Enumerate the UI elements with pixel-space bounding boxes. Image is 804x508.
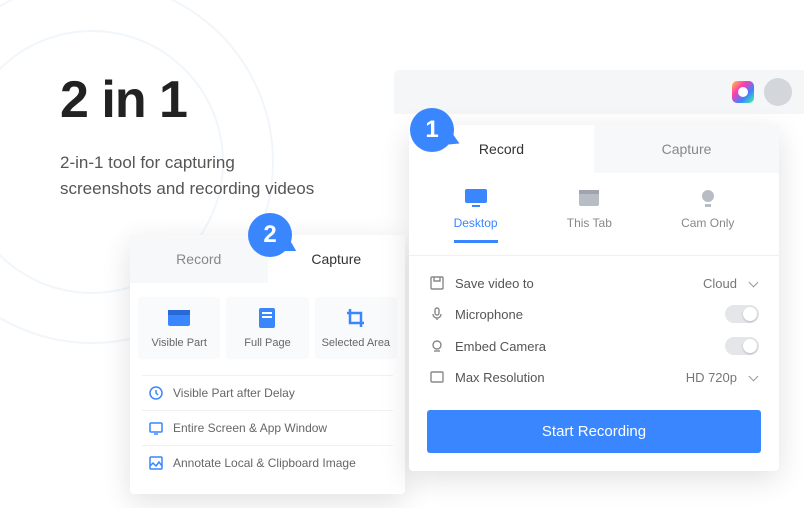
full-page-icon bbox=[255, 307, 279, 329]
callout-badge-2: 2 bbox=[248, 213, 292, 257]
item-annotate[interactable]: Annotate Local & Clipboard Image bbox=[142, 445, 393, 480]
setting-microphone: Microphone bbox=[429, 298, 759, 330]
mode-cam-only[interactable]: Cam Only bbox=[681, 187, 734, 243]
crop-icon bbox=[344, 307, 368, 329]
record-modes: Desktop This Tab Cam Only bbox=[409, 173, 779, 243]
visible-part-icon bbox=[167, 307, 191, 329]
setting-save-to[interactable]: Save video to Cloud bbox=[429, 268, 759, 298]
start-recording-button[interactable]: Start Recording bbox=[427, 410, 761, 453]
image-icon bbox=[148, 455, 164, 471]
hd-icon bbox=[429, 369, 445, 385]
setting-resolution[interactable]: Max Resolution HD 720p bbox=[429, 362, 759, 392]
clock-icon bbox=[148, 385, 164, 401]
microphone-toggle[interactable] bbox=[725, 305, 759, 323]
screen-icon bbox=[148, 420, 164, 436]
tabs: Record Capture bbox=[409, 125, 779, 173]
mode-full-page[interactable]: Full Page bbox=[226, 297, 308, 359]
chevron-down-icon bbox=[750, 373, 759, 382]
mode-desktop[interactable]: Desktop bbox=[454, 187, 498, 243]
save-icon bbox=[429, 275, 445, 291]
record-settings: Save video to Cloud Microphone Embed Cam… bbox=[409, 255, 779, 398]
embed-camera-toggle[interactable] bbox=[725, 337, 759, 355]
capture-modes: Visible Part Full Page Selected Area bbox=[130, 283, 405, 369]
camera-icon bbox=[695, 187, 721, 209]
mode-selected-area[interactable]: Selected Area bbox=[315, 297, 397, 359]
desktop-icon bbox=[463, 187, 489, 209]
mode-visible-part[interactable]: Visible Part bbox=[138, 297, 220, 359]
mode-this-tab[interactable]: This Tab bbox=[567, 187, 612, 243]
browser-toolbar bbox=[394, 70, 804, 114]
callout-badge-1: 1 bbox=[410, 108, 454, 152]
capture-panel: Record Capture Visible Part Full Page Se… bbox=[130, 235, 405, 494]
resolution-value: HD 720p bbox=[686, 370, 737, 385]
embed-camera-icon bbox=[429, 338, 445, 354]
profile-avatar[interactable] bbox=[764, 78, 792, 106]
chevron-down-icon bbox=[750, 279, 759, 288]
setting-embed-camera: Embed Camera bbox=[429, 330, 759, 362]
item-entire-screen[interactable]: Entire Screen & App Window bbox=[142, 410, 393, 445]
tab-record[interactable]: Record bbox=[130, 235, 268, 283]
extension-icon[interactable] bbox=[732, 81, 754, 103]
capture-list: Visible Part after Delay Entire Screen &… bbox=[130, 369, 405, 494]
microphone-icon bbox=[429, 306, 445, 322]
tab-icon bbox=[576, 187, 602, 209]
item-visible-delay[interactable]: Visible Part after Delay bbox=[142, 375, 393, 410]
save-value: Cloud bbox=[703, 276, 737, 291]
hero-block: 2 in 1 2-in-1 tool for capturing screens… bbox=[60, 70, 314, 201]
hero-title: 2 in 1 bbox=[60, 70, 314, 130]
record-panel: Record Capture Desktop This Tab Cam Only… bbox=[409, 125, 779, 471]
hero-subtitle: 2-in-1 tool for capturing screenshots an… bbox=[60, 150, 314, 201]
tab-capture[interactable]: Capture bbox=[594, 125, 779, 173]
